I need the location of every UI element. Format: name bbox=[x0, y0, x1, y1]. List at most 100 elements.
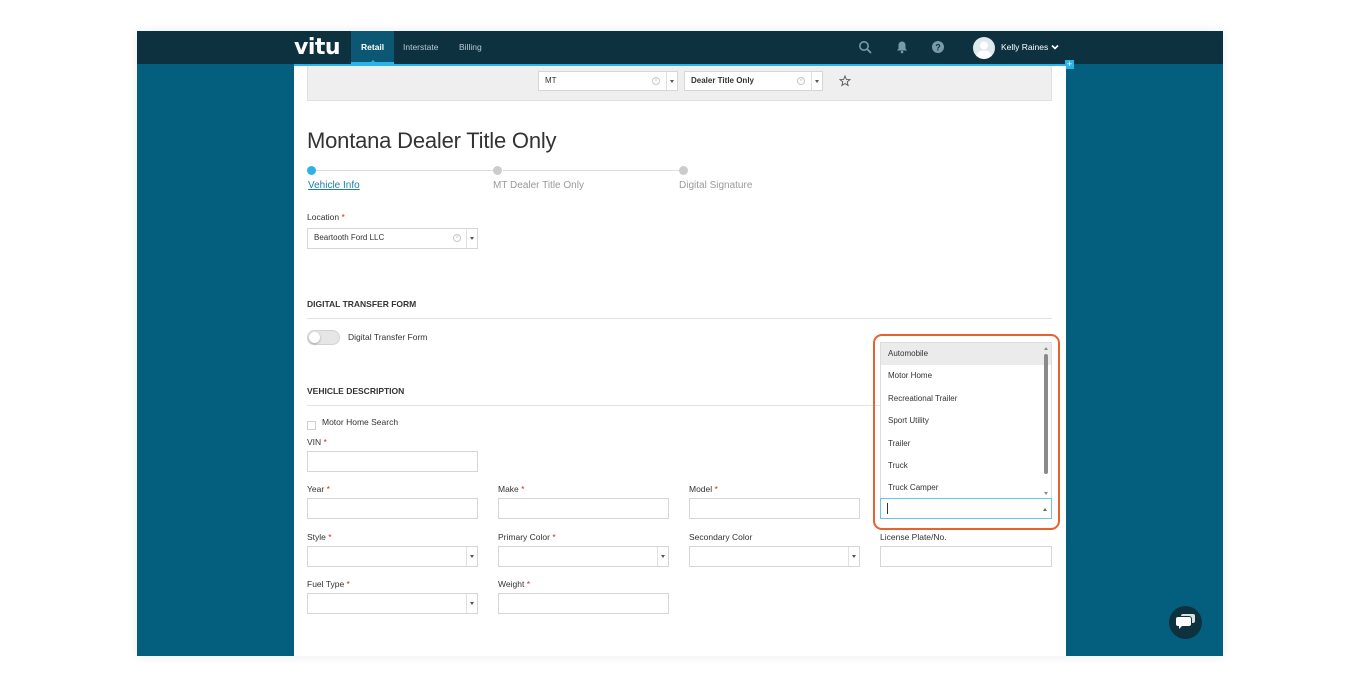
required-mark: * bbox=[552, 532, 556, 542]
year-label-text: Year bbox=[307, 484, 325, 494]
page-title: Montana Dealer Title Only bbox=[307, 128, 557, 153]
app-window: vitu Retail Interstate Billing ? Kelly R… bbox=[137, 31, 1223, 656]
style-label: Style * bbox=[307, 532, 332, 542]
chevron-down-icon[interactable] bbox=[657, 547, 668, 566]
chevron-down-icon[interactable] bbox=[666, 72, 677, 90]
dropdown-option[interactable]: Trailer bbox=[881, 433, 1051, 455]
weight-input[interactable] bbox=[498, 593, 669, 614]
digital-transfer-toggle-label: Digital Transfer Form bbox=[348, 332, 428, 342]
fuel-type-label: Fuel Type * bbox=[307, 579, 350, 589]
required-mark: * bbox=[346, 579, 350, 589]
step-connector bbox=[503, 170, 683, 171]
location-select[interactable]: Beartooth Ford LLC × bbox=[307, 228, 478, 249]
favorite-star-icon[interactable] bbox=[839, 75, 851, 87]
clear-icon[interactable]: × bbox=[652, 77, 660, 85]
add-icon[interactable]: + bbox=[1065, 60, 1074, 69]
step-dot-digital-signature[interactable] bbox=[679, 166, 688, 175]
digital-transfer-section-title: DIGITAL TRANSFER FORM bbox=[307, 299, 417, 309]
chevron-down-icon[interactable] bbox=[1051, 43, 1059, 51]
scroll-up-icon[interactable] bbox=[1044, 347, 1048, 350]
vin-input[interactable] bbox=[307, 451, 478, 472]
year-input[interactable] bbox=[307, 498, 478, 519]
model-input[interactable] bbox=[689, 498, 860, 519]
make-label-text: Make bbox=[498, 484, 519, 494]
dropdown-option[interactable]: Sport Utility bbox=[881, 410, 1051, 432]
clear-icon[interactable]: × bbox=[453, 234, 461, 242]
user-avatar[interactable] bbox=[973, 37, 995, 59]
location-label: Location * bbox=[307, 212, 345, 222]
dropdown-option[interactable]: Recreational Trailer bbox=[881, 388, 1051, 410]
primary-color-label-text: Primary Color bbox=[498, 532, 550, 542]
nav-tab-retail[interactable]: Retail bbox=[351, 31, 395, 64]
chevron-down-icon[interactable] bbox=[466, 547, 477, 566]
search-icon[interactable] bbox=[858, 40, 872, 54]
scrollbar-thumb[interactable] bbox=[1044, 354, 1048, 474]
chevron-down-icon[interactable] bbox=[848, 547, 859, 566]
motor-home-search-label: Motor Home Search bbox=[322, 417, 399, 427]
form-select-value: Dealer Title Only bbox=[691, 76, 754, 85]
dropdown-option[interactable]: Truck bbox=[881, 455, 1051, 477]
dropdown-scrollbar[interactable] bbox=[1043, 343, 1050, 498]
clear-icon[interactable]: × bbox=[797, 77, 805, 85]
location-select-value: Beartooth Ford LLC bbox=[314, 233, 385, 242]
chevron-down-icon[interactable] bbox=[811, 72, 822, 90]
step-vehicle-info[interactable]: Vehicle Info bbox=[308, 180, 360, 191]
section-divider bbox=[307, 318, 1052, 319]
nav-tab-interstate[interactable]: Interstate bbox=[393, 31, 448, 64]
step-mt-dealer-title-only[interactable]: MT Dealer Title Only bbox=[493, 180, 584, 191]
step-digital-signature[interactable]: Digital Signature bbox=[679, 180, 752, 191]
dropdown-option[interactable]: Motor Home bbox=[881, 365, 1051, 387]
svg-text:?: ? bbox=[935, 42, 941, 52]
make-input[interactable] bbox=[498, 498, 669, 519]
digital-transfer-toggle[interactable] bbox=[307, 330, 340, 345]
required-mark: * bbox=[521, 484, 525, 494]
user-silhouette-icon bbox=[976, 41, 992, 59]
filter-bar: MT × Dealer Title Only × bbox=[307, 66, 1052, 101]
dropdown-option[interactable]: Truck Camper bbox=[881, 477, 1051, 498]
dropdown-option[interactable]: Automobile bbox=[881, 343, 1051, 366]
weight-label: Weight * bbox=[498, 579, 530, 589]
step-connector bbox=[312, 170, 497, 171]
body-type-dropdown-list[interactable]: Automobile Motor Home Recreational Trail… bbox=[880, 342, 1052, 498]
vin-label: VIN * bbox=[307, 437, 327, 447]
required-mark: * bbox=[323, 437, 327, 447]
step-dot-vehicle-info[interactable] bbox=[307, 166, 316, 175]
scroll-down-icon[interactable] bbox=[1044, 492, 1048, 495]
chevron-up-icon[interactable] bbox=[1043, 508, 1047, 511]
fuel-type-select[interactable] bbox=[307, 593, 478, 614]
vitu-logo[interactable]: vitu bbox=[294, 35, 341, 60]
required-mark: * bbox=[714, 484, 718, 494]
text-cursor bbox=[887, 503, 888, 514]
license-plate-input[interactable] bbox=[880, 546, 1052, 567]
secondary-color-select[interactable] bbox=[689, 546, 860, 567]
body-type-select-input[interactable] bbox=[880, 498, 1052, 519]
main-panel: MT × Dealer Title Only × Montana Dealer … bbox=[294, 64, 1066, 656]
location-label-text: Location bbox=[307, 212, 340, 222]
user-name[interactable]: Kelly Raines bbox=[1001, 42, 1048, 52]
chat-button[interactable] bbox=[1169, 606, 1202, 639]
state-select[interactable]: MT × bbox=[538, 71, 678, 91]
required-mark: * bbox=[341, 212, 345, 222]
top-nav-bar: vitu Retail Interstate Billing ? Kelly R… bbox=[137, 31, 1223, 64]
required-mark: * bbox=[328, 532, 332, 542]
style-label-text: Style bbox=[307, 532, 326, 542]
form-select[interactable]: Dealer Title Only × bbox=[684, 71, 823, 91]
state-select-value: MT bbox=[545, 76, 557, 85]
license-plate-label: License Plate/No. bbox=[880, 532, 947, 542]
required-mark: * bbox=[526, 579, 530, 589]
toggle-knob bbox=[309, 332, 320, 343]
style-select[interactable] bbox=[307, 546, 478, 567]
motor-home-search-checkbox[interactable] bbox=[307, 421, 316, 430]
step-dot-mt-dealer-title[interactable] bbox=[493, 166, 502, 175]
year-label: Year * bbox=[307, 484, 330, 494]
vin-label-text: VIN bbox=[307, 437, 322, 447]
required-mark: * bbox=[326, 484, 330, 494]
primary-color-select[interactable] bbox=[498, 546, 669, 567]
chevron-down-icon[interactable] bbox=[466, 229, 477, 248]
help-icon[interactable]: ? bbox=[931, 40, 945, 54]
vehicle-description-section-title: VEHICLE DESCRIPTION bbox=[307, 386, 405, 396]
bell-icon[interactable] bbox=[895, 40, 909, 54]
nav-tab-billing[interactable]: Billing bbox=[449, 31, 492, 64]
chevron-down-icon[interactable] bbox=[466, 594, 477, 613]
model-label: Model * bbox=[689, 484, 718, 494]
